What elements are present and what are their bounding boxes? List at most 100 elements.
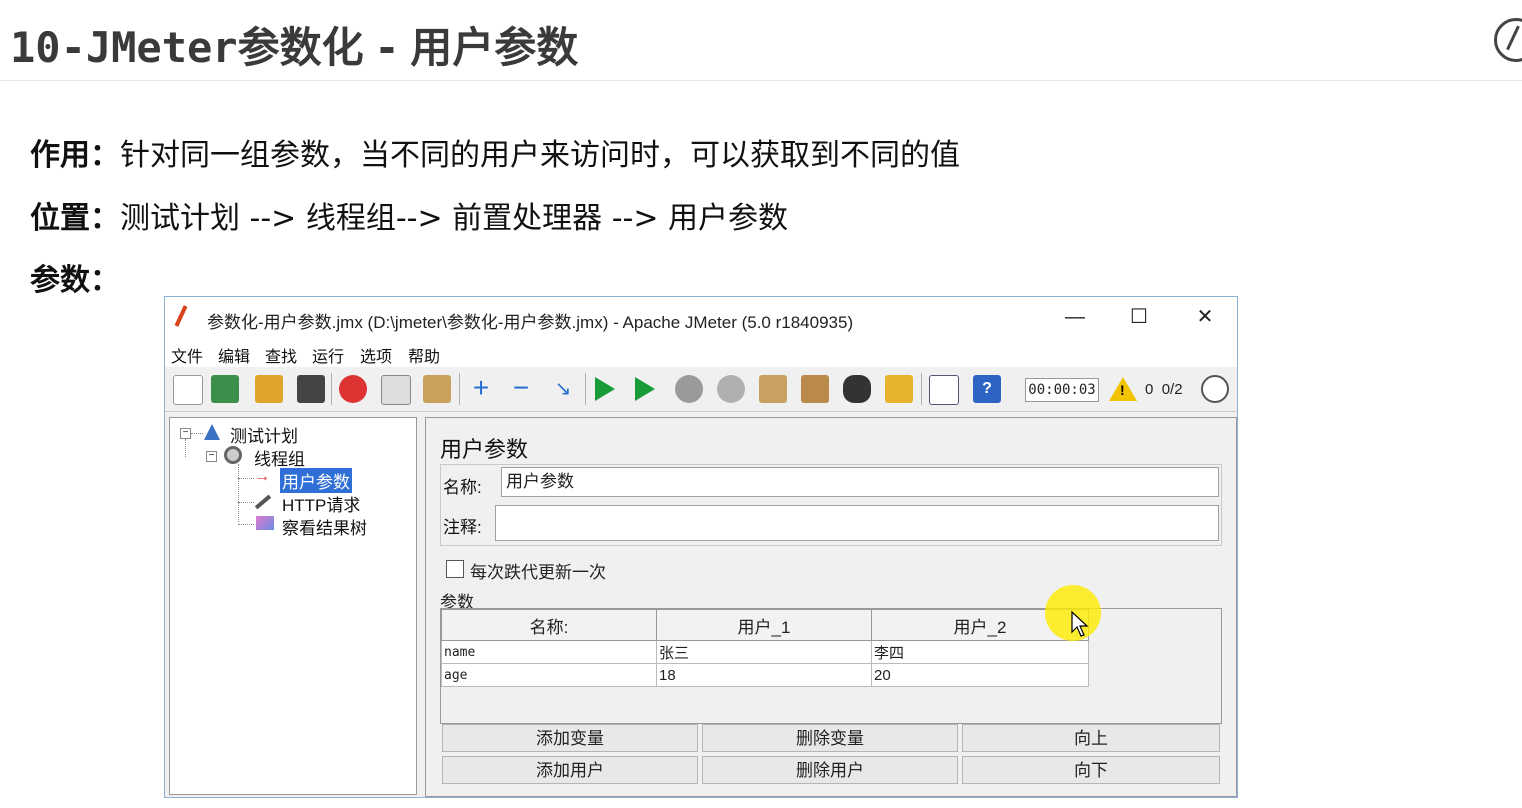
table-cell[interactable]: name — [441, 640, 657, 664]
tree-item-result-tree[interactable]: 察看结果树 — [282, 514, 367, 539]
table-cell[interactable]: age — [441, 663, 657, 687]
help-icon[interactable]: ? — [973, 375, 1001, 403]
params-heading: 参数： — [30, 263, 120, 298]
update-each-iteration-checkbox[interactable] — [446, 560, 464, 578]
slide-title: 10-JMeter参数化 - 用户参数 — [10, 14, 578, 75]
clear-icon[interactable] — [759, 375, 787, 403]
results-tree-icon — [256, 516, 274, 530]
copy-icon[interactable] — [381, 375, 411, 405]
table-cell[interactable]: 20 — [871, 663, 1089, 687]
slide-header: 10-JMeter参数化 - 用户参数 — [0, 0, 1522, 81]
tree-item-http-request[interactable]: HTTP请求 — [282, 491, 360, 516]
save-icon[interactable] — [297, 375, 325, 403]
minimize-button[interactable]: — — [1053, 303, 1097, 331]
params-table: 名称: 用户_1 用户_2 name 张三 李四 age 18 20 — [441, 609, 1089, 687]
mouse-pointer-icon — [1071, 610, 1089, 637]
close-button[interactable]: ✕ — [1183, 303, 1227, 331]
slide-title-prefix: 10-JMeter — [10, 23, 238, 72]
status-counts: 0 0/2 — [1145, 381, 1183, 398]
params-line: 参数： — [30, 255, 120, 299]
slide-title-rest: 参数化 - 用户参数 — [237, 23, 579, 72]
menu-edit[interactable]: 编辑 — [218, 343, 250, 367]
tree-connector — [238, 502, 254, 503]
new-icon[interactable] — [173, 375, 203, 405]
name-input[interactable]: 用户参数 — [501, 467, 1219, 497]
menu-bar: 文件 编辑 查找 运行 选项 帮助 — [165, 337, 1237, 367]
collapse-thread-group-icon[interactable]: − — [206, 451, 217, 462]
tree-connector — [191, 433, 203, 434]
menu-options[interactable]: 选项 — [360, 343, 392, 367]
location-text: 测试计划 --> 线程组--> 前置处理器 --> 用户参数 — [120, 201, 789, 236]
add-variable-button[interactable]: 添加变量 — [442, 724, 698, 752]
binoculars-icon[interactable] — [843, 375, 871, 403]
elapsed-timer: 00:00:03 — [1025, 378, 1099, 402]
function-list-icon[interactable] — [929, 375, 959, 405]
user-params-panel: 用户参数 名称: 用户参数 注释: 每次跌代更新一次 参数 名称: 用户_1 用… — [425, 417, 1237, 797]
collapse-icon[interactable]: − — [507, 374, 535, 403]
thread-count: 0/2 — [1161, 381, 1183, 398]
panel-title: 用户参数 — [440, 437, 529, 462]
tree-connector — [238, 464, 239, 522]
tree-connector — [185, 439, 186, 457]
toggle-icon[interactable]: ↘ — [549, 375, 577, 403]
table-cell[interactable]: 李四 — [871, 640, 1089, 664]
location-line: 位置：测试计划 --> 线程组--> 前置处理器 --> 用户参数 — [30, 193, 788, 237]
params-table-area: 名称: 用户_1 用户_2 name 张三 李四 age 18 20 — [440, 608, 1222, 724]
delete-user-button[interactable]: 删除用户 — [702, 756, 958, 784]
stop-icon[interactable] — [675, 375, 703, 403]
menu-run[interactable]: 运行 — [312, 343, 344, 367]
expand-icon[interactable]: + — [467, 374, 495, 403]
collapse-root-icon[interactable]: − — [180, 428, 191, 439]
templates-icon[interactable] — [211, 375, 239, 403]
location-label: 位置： — [30, 201, 120, 236]
toolbar-separator — [585, 373, 586, 405]
http-sampler-icon — [254, 494, 272, 510]
cut-icon[interactable] — [339, 375, 367, 403]
remote-status-icon[interactable] — [1201, 375, 1229, 403]
table-row: age 18 20 — [441, 663, 1089, 687]
title-bar: 参数化-用户参数.jmx (D:\jmeter\参数化-用户参数.jmx) - … — [165, 297, 1237, 337]
column-header-name[interactable]: 名称: — [441, 609, 657, 641]
maximize-button[interactable]: ☐ — [1117, 303, 1161, 331]
broom-icon[interactable] — [885, 375, 913, 403]
table-header: 名称: 用户_1 用户_2 — [441, 609, 1089, 641]
logo-icon — [1494, 18, 1522, 62]
add-user-button[interactable]: 添加用户 — [442, 756, 698, 784]
paste-icon[interactable] — [423, 375, 451, 403]
start-icon[interactable] — [595, 377, 615, 401]
start-no-pause-icon[interactable] — [635, 377, 655, 401]
window-title: 参数化-用户参数.jmx (D:\jmeter\参数化-用户参数.jmx) - … — [207, 313, 854, 332]
clear-all-icon[interactable] — [801, 375, 829, 403]
shutdown-icon[interactable] — [717, 375, 745, 403]
purpose-label: 作用： — [30, 138, 120, 173]
move-up-button[interactable]: 向上 — [962, 724, 1220, 752]
menu-file[interactable]: 文件 — [171, 343, 203, 367]
tree-item-user-params[interactable]: 用户参数 — [280, 468, 352, 493]
tree-item-thread-group[interactable]: 线程组 — [254, 445, 305, 470]
warning-count: 0 — [1145, 381, 1154, 398]
tree-item-test-plan[interactable]: 测试计划 — [230, 422, 298, 447]
menu-search[interactable]: 查找 — [265, 343, 297, 367]
table-row: name 张三 李四 — [441, 640, 1089, 664]
tree-connector — [238, 478, 254, 479]
purpose-line: 作用：针对同一组参数，当不同的用户来访问时，可以获取到不同的值 — [30, 130, 960, 174]
menu-help[interactable]: 帮助 — [408, 343, 440, 367]
warning-mark: ! — [1120, 382, 1125, 398]
tree-connector — [238, 524, 254, 525]
comment-input[interactable] — [495, 505, 1219, 541]
test-plan-icon — [204, 424, 220, 440]
table-cell[interactable]: 18 — [656, 663, 872, 687]
column-header-user-1[interactable]: 用户_1 — [656, 609, 872, 641]
update-each-iteration-label: 每次跌代更新一次 — [470, 563, 606, 582]
purpose-text: 针对同一组参数，当不同的用户来访问时，可以获取到不同的值 — [120, 138, 960, 173]
move-down-button[interactable]: 向下 — [962, 756, 1220, 784]
toolbar-separator — [921, 373, 922, 405]
comment-label: 注释: — [443, 518, 482, 537]
open-icon[interactable] — [255, 375, 283, 403]
toolbar-separator — [331, 373, 332, 405]
toolbar-separator — [459, 373, 460, 405]
name-comment-group: 名称: 用户参数 注释: — [440, 464, 1222, 546]
thread-group-icon — [224, 446, 242, 464]
delete-variable-button[interactable]: 删除变量 — [702, 724, 958, 752]
table-cell[interactable]: 张三 — [656, 640, 872, 664]
